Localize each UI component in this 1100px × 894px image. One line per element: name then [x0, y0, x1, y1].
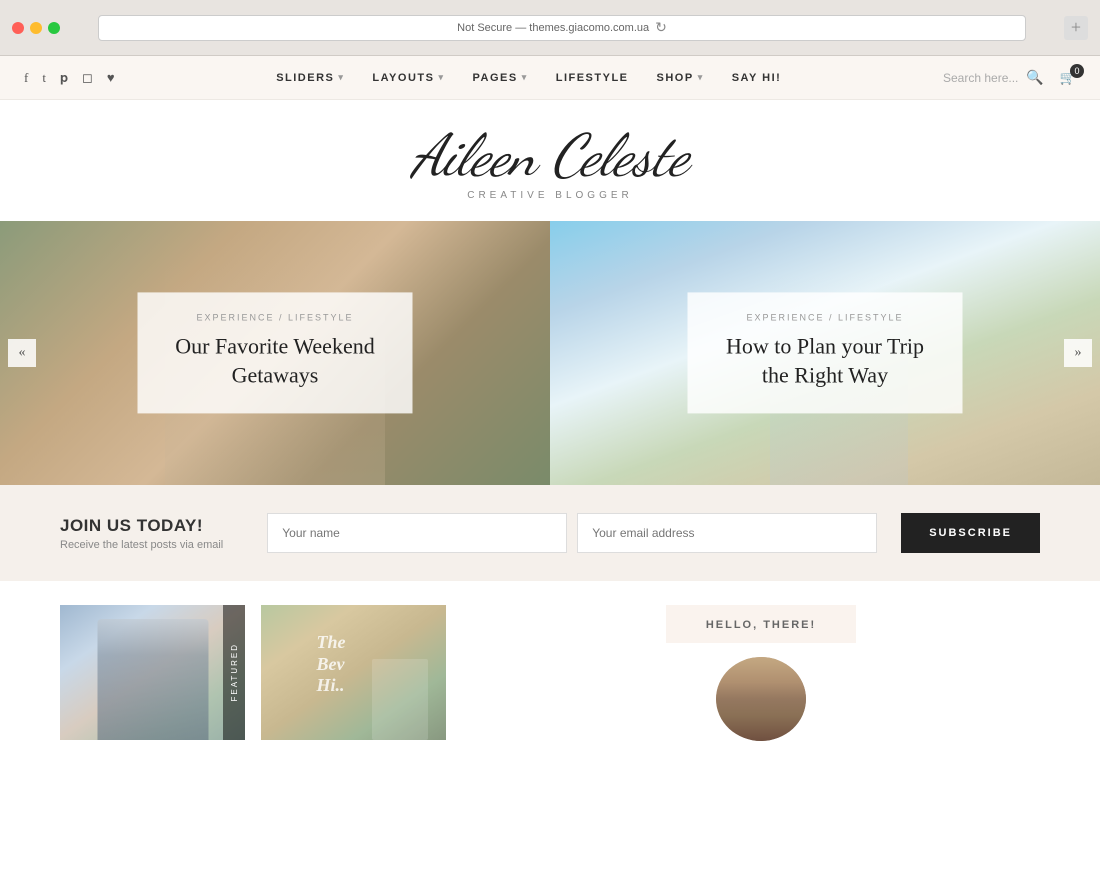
- site-tagline: CREATIVE BLOGGER: [0, 190, 1100, 201]
- nav-shop[interactable]: SHOP ▾: [657, 72, 704, 84]
- social-icons-group: f t 𝐩 ◻ ♥: [24, 70, 115, 86]
- subscribe-section: JOIN US TODAY! Receive the latest posts …: [0, 485, 1100, 581]
- slide-2-overlay: EXPERIENCE / LIFESTYLE How to Plan your …: [688, 292, 963, 413]
- address-text: Not Secure — themes.giacomo.com.ua: [457, 22, 649, 34]
- dot-maximize[interactable]: [48, 22, 60, 34]
- browser-chrome: Not Secure — themes.giacomo.com.ua ↻ +: [0, 0, 1100, 56]
- name-input[interactable]: [267, 513, 567, 553]
- dot-minimize[interactable]: [30, 22, 42, 34]
- prev-arrow-icon: «: [19, 345, 26, 361]
- post-thumbnail-1[interactable]: FEATURED: [60, 605, 245, 740]
- sidebar-hello-section: HELLO, THERE!: [482, 605, 1040, 741]
- slide-2-title[interactable]: How to Plan your Trip the Right Way: [718, 332, 933, 389]
- refresh-icon[interactable]: ↻: [655, 19, 667, 36]
- slider-next-button[interactable]: »: [1064, 339, 1092, 367]
- nav-lifestyle[interactable]: LIFESTYLE: [556, 72, 629, 84]
- facebook-icon[interactable]: f: [24, 70, 28, 86]
- twitter-icon[interactable]: t: [42, 70, 46, 86]
- nav-sliders[interactable]: SLIDERS ▾: [276, 72, 344, 84]
- chevron-down-icon: ▾: [438, 72, 444, 83]
- nav-pages-label: PAGES: [472, 72, 517, 84]
- nav-say-hi[interactable]: SAY HI!: [732, 72, 782, 84]
- browser-dots: [12, 22, 60, 34]
- author-avatar: [716, 657, 806, 741]
- featured-badge: FEATURED: [223, 605, 245, 740]
- subscribe-subtext: Receive the latest posts via email: [60, 539, 223, 551]
- main-navigation: SLIDERS ▾ LAYOUTS ▾ PAGES ▾ LIFESTYLE SH…: [115, 72, 943, 84]
- featured-label: FEATURED: [230, 643, 239, 702]
- search-placeholder-text: Search here...: [943, 71, 1018, 85]
- email-input[interactable]: [577, 513, 877, 553]
- logo-area: Aileen Celeste CREATIVE BLOGGER: [0, 100, 1100, 221]
- subscribe-text-block: JOIN US TODAY! Receive the latest posts …: [60, 516, 223, 551]
- cart-count-badge: 0: [1070, 64, 1084, 78]
- nav-layouts-label: LAYOUTS: [372, 72, 434, 84]
- instagram-icon[interactable]: ◻: [82, 70, 93, 86]
- hello-label: HELLO, THERE!: [706, 619, 816, 631]
- slider-prev-button[interactable]: «: [8, 339, 36, 367]
- cart-icon[interactable]: 🛒 0: [1060, 70, 1076, 86]
- subscribe-button[interactable]: SUBSCRIBE: [901, 513, 1040, 553]
- search-icon[interactable]: 🔍: [1026, 69, 1043, 86]
- address-bar[interactable]: Not Secure — themes.giacomo.com.ua ↻: [98, 15, 1026, 41]
- search-area: Search here... 🔍 🛒 0: [943, 69, 1076, 86]
- site-logo-script[interactable]: Aileen Celeste: [0, 128, 1100, 186]
- nav-lifestyle-label: LIFESTYLE: [556, 72, 629, 84]
- post-thumbnail-2[interactable]: TheBevHi..: [261, 605, 446, 740]
- next-arrow-icon: »: [1075, 345, 1082, 361]
- nav-layouts[interactable]: LAYOUTS ▾: [372, 72, 444, 84]
- top-navigation-bar: f t 𝐩 ◻ ♥ SLIDERS ▾ LAYOUTS ▾ PAGES ▾ LI…: [0, 56, 1100, 100]
- pinterest-icon[interactable]: 𝐩: [60, 70, 68, 86]
- hello-there-box: HELLO, THERE!: [666, 605, 856, 643]
- slide-2-category: EXPERIENCE / LIFESTYLE: [718, 312, 933, 322]
- subscribe-inputs-group: [267, 513, 877, 553]
- heart-icon[interactable]: ♥: [107, 70, 115, 86]
- nav-shop-label: SHOP: [657, 72, 694, 84]
- dot-close[interactable]: [12, 22, 24, 34]
- chevron-down-icon: ▾: [522, 72, 528, 83]
- new-tab-button[interactable]: +: [1064, 16, 1088, 40]
- hero-slider: « EXPERIENCE / LIFESTYLE Our Favorite We…: [0, 221, 1100, 485]
- slide-1-category: EXPERIENCE / LIFESTYLE: [168, 312, 383, 322]
- subscribe-heading: JOIN US TODAY!: [60, 516, 223, 536]
- bottom-section: FEATURED TheBevHi.. HELLO, THERE!: [0, 581, 1100, 741]
- nav-pages[interactable]: PAGES ▾: [472, 72, 527, 84]
- nav-say-hi-label: SAY HI!: [732, 72, 782, 84]
- slide-1-title[interactable]: Our Favorite Weekend Getaways: [168, 332, 383, 389]
- slide-2: EXPERIENCE / LIFESTYLE How to Plan your …: [550, 221, 1100, 485]
- slide-1: EXPERIENCE / LIFESTYLE Our Favorite Week…: [0, 221, 550, 485]
- chevron-down-icon: ▾: [698, 72, 704, 83]
- nav-sliders-label: SLIDERS: [276, 72, 334, 84]
- chevron-down-icon: ▾: [338, 72, 344, 83]
- slide-1-overlay: EXPERIENCE / LIFESTYLE Our Favorite Week…: [138, 292, 413, 413]
- website-content: f t 𝐩 ◻ ♥ SLIDERS ▾ LAYOUTS ▾ PAGES ▾ LI…: [0, 56, 1100, 894]
